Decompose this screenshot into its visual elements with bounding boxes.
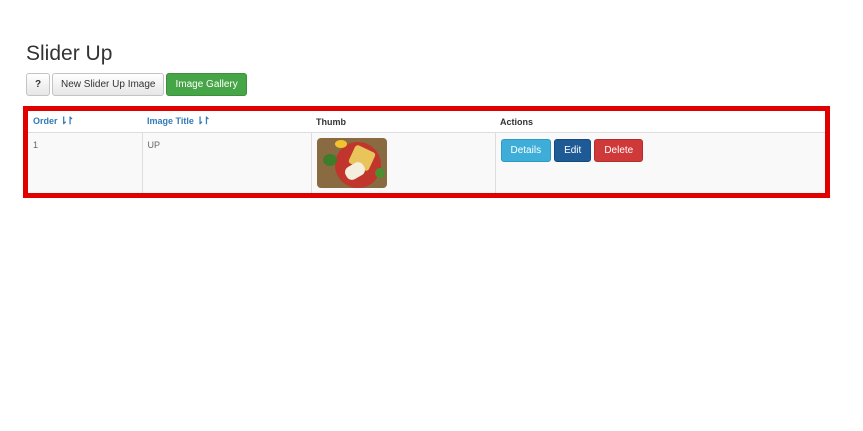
- cell-order: 1: [28, 132, 142, 193]
- column-header-image-title-label: Image Title: [147, 116, 194, 126]
- sort-icon: ⇂↾: [195, 116, 211, 127]
- sort-icon: ⇂↾: [59, 116, 75, 127]
- food-plate-image: [316, 138, 387, 188]
- table-header-row: Order ⇂↾ Image Title ⇂↾ Thumb Actions: [28, 111, 825, 133]
- column-header-image-title[interactable]: Image Title ⇂↾: [142, 111, 311, 133]
- help-button[interactable]: ?: [26, 73, 50, 96]
- column-header-order[interactable]: Order ⇂↾: [28, 111, 142, 133]
- cell-thumb: [310, 132, 495, 193]
- column-header-actions: Actions: [495, 111, 825, 133]
- table-row: 1 UP Details Edit Delete: [28, 132, 825, 193]
- cell-actions: Details Edit Delete: [494, 132, 825, 193]
- slider-table: Order ⇂↾ Image Title ⇂↾ Thumb Actions 1 UP…: [28, 111, 825, 193]
- column-header-order-label: Order: [33, 116, 58, 126]
- delete-button[interactable]: Delete: [594, 139, 644, 162]
- toolbar: ? New Slider Up Image Image Gallery: [26, 73, 247, 96]
- details-button[interactable]: Details: [500, 139, 552, 162]
- page-title: Slider Up: [26, 42, 113, 65]
- new-slider-image-button[interactable]: New Slider Up Image: [52, 73, 165, 96]
- cell-image-title: UP: [141, 132, 311, 193]
- edit-button[interactable]: Edit: [554, 139, 592, 162]
- column-header-thumb: Thumb: [311, 111, 495, 133]
- image-gallery-button[interactable]: Image Gallery: [166, 73, 247, 96]
